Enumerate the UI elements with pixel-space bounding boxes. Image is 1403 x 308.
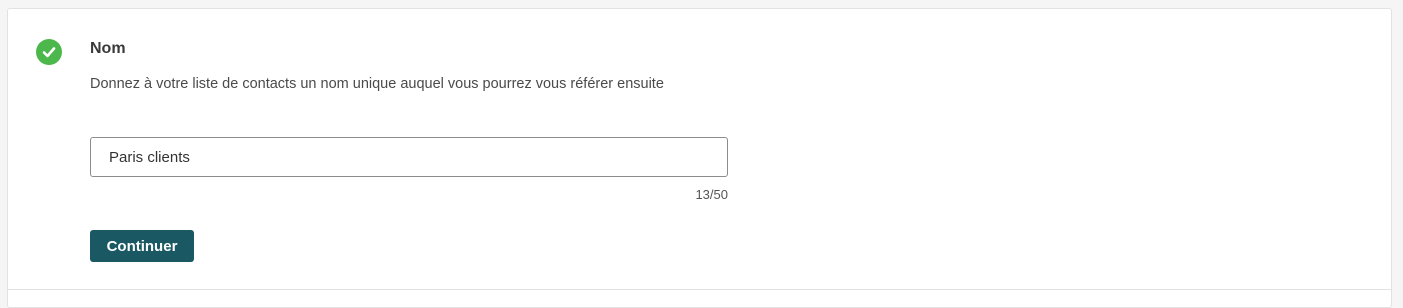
continue-button[interactable]: Continuer (90, 230, 194, 262)
list-name-input[interactable] (90, 137, 728, 177)
check-circle-icon (36, 39, 62, 65)
step-card: Nom Donnez à votre liste de contacts un … (7, 8, 1392, 308)
step-title: Nom (90, 40, 126, 57)
step-description: Donnez à votre liste de contacts un nom … (90, 76, 664, 92)
character-counter: 13/50 (695, 187, 728, 202)
divider (8, 289, 1391, 290)
